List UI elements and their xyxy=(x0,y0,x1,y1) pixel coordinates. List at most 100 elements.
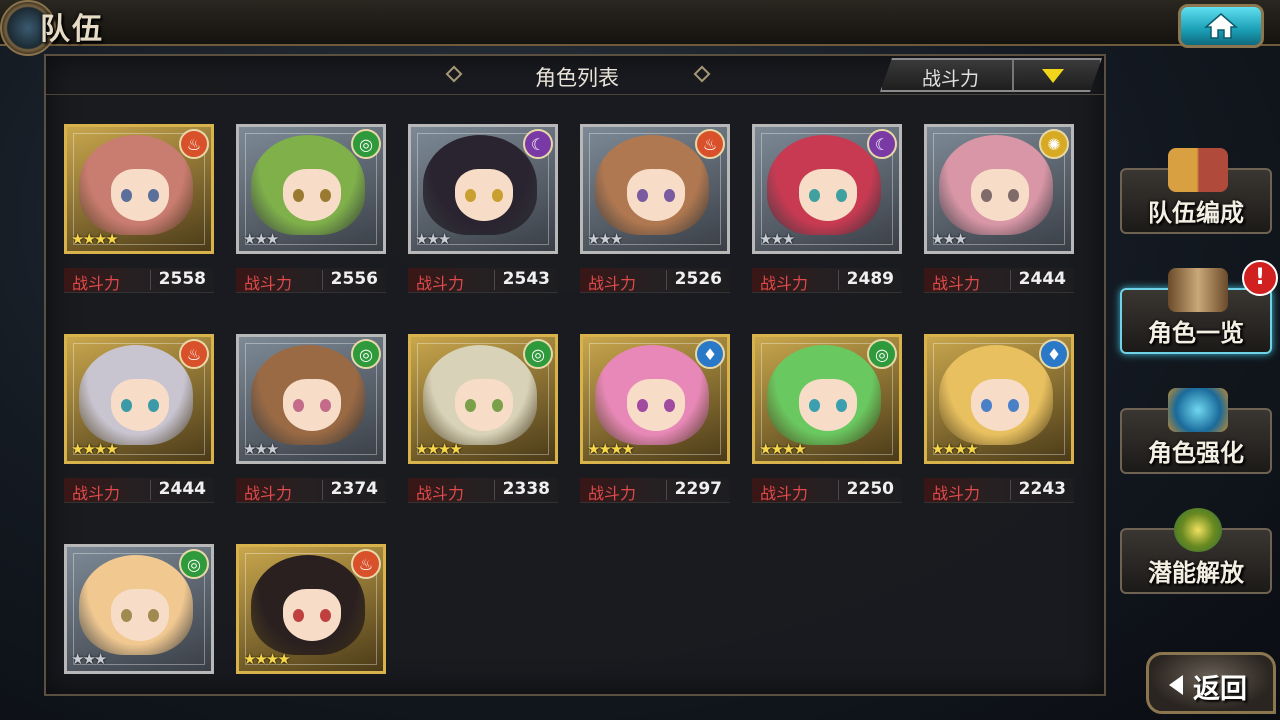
power-label: 战斗力 xyxy=(416,484,465,503)
power-divider xyxy=(838,270,839,290)
power-bar: 战斗力 2526 xyxy=(580,268,730,293)
character-card[interactable]: ♨ ★★★ 战斗力 2526 xyxy=(580,124,732,298)
character-card[interactable]: ◎ ★★★ 战斗力 2374 xyxy=(236,334,388,508)
top-bar xyxy=(0,0,1280,46)
wind-element-icon: ◎ xyxy=(351,339,381,369)
fire-element-icon: ♨ xyxy=(179,339,209,369)
wind-element-icon: ◎ xyxy=(179,549,209,579)
power-value: 2297 xyxy=(674,479,722,499)
character-portrait: ♨ ★★★★ xyxy=(236,544,386,674)
power-bar: 战斗力 2374 xyxy=(236,478,386,503)
rarity-stars: ★★★ xyxy=(931,230,967,248)
character-card[interactable]: ☾ ★★★ 战斗力 2543 xyxy=(408,124,560,298)
rarity-stars: ★★★★ xyxy=(71,440,119,458)
team-edit-label: 队伍编成 xyxy=(1148,199,1244,227)
rarity-stars: ★★★ xyxy=(243,230,279,248)
rarity-stars: ★★★★ xyxy=(71,230,119,248)
power-value: 2250 xyxy=(846,479,894,499)
character-card[interactable]: ♨ ★★★★ 战斗力 2444 xyxy=(64,334,216,508)
orb-icon xyxy=(1174,508,1222,552)
power-divider xyxy=(666,480,667,500)
power-label: 战斗力 xyxy=(588,274,637,293)
panel-header: 角色列表 战斗力 xyxy=(46,56,1104,95)
power-label: 战斗力 xyxy=(760,484,809,503)
back-button[interactable]: 返回 xyxy=(1146,652,1276,714)
character-card[interactable]: ☾ ★★★ 战斗力 2489 xyxy=(752,124,904,298)
rarity-stars: ★★★ xyxy=(587,230,623,248)
character-enhance-button[interactable]: 角色强化 xyxy=(1120,388,1272,474)
power-divider xyxy=(666,270,667,290)
power-label: 战斗力 xyxy=(932,274,981,293)
power-label: 战斗力 xyxy=(588,484,637,503)
character-portrait: ♦ ★★★★ xyxy=(924,334,1074,464)
character-card[interactable]: ♨ ★★★★ 战斗力 2558 xyxy=(64,124,216,298)
character-card[interactable]: ◎ ★★★★ 战斗力 2250 xyxy=(752,334,904,508)
character-portrait: ♨ ★★★★ xyxy=(64,124,214,254)
character-portrait: ☾ ★★★ xyxy=(752,124,902,254)
rarity-stars: ★★★ xyxy=(415,230,451,248)
power-label: 战斗力 xyxy=(72,484,121,503)
power-label: 战斗力 xyxy=(932,484,981,503)
enhance-crystal-icon xyxy=(1168,388,1228,432)
rarity-stars: ★★★ xyxy=(243,440,279,458)
character-portrait: ✺ ★★★ xyxy=(924,124,1074,254)
home-button[interactable] xyxy=(1178,4,1264,48)
rarity-stars: ★★★ xyxy=(71,650,107,668)
character-card[interactable]: ♦ ★★★★ 战斗力 2297 xyxy=(580,334,732,508)
character-card[interactable]: ♨ ★★★★ xyxy=(236,544,388,718)
power-label: 战斗力 xyxy=(760,274,809,293)
power-bar: 战斗力 2338 xyxy=(408,478,558,503)
fire-element-icon: ♨ xyxy=(695,129,725,159)
character-card[interactable]: ◎ ★★★ 战斗力 2556 xyxy=(236,124,388,298)
sort-dropdown[interactable]: 战斗力 xyxy=(880,58,1102,92)
character-portrait: ♦ ★★★★ xyxy=(580,334,730,464)
dark-element-icon: ☾ xyxy=(523,129,553,159)
character-card[interactable]: ♦ ★★★★ 战斗力 2243 xyxy=(924,334,1076,508)
power-value: 2374 xyxy=(330,479,378,499)
wind-element-icon: ◎ xyxy=(351,129,381,159)
power-value: 2444 xyxy=(158,479,206,499)
chevron-down-icon xyxy=(1042,69,1064,83)
rarity-stars: ★★★★ xyxy=(587,440,635,458)
character-list-panel: 角色列表 战斗力 ♨ ★★★★ 战斗力 2558 ◎ ★★★ 战斗力 2556 ☾ ★★★ 战斗力 2… xyxy=(44,54,1106,696)
fire-element-icon: ♨ xyxy=(351,549,381,579)
character-portrait: ♨ ★★★★ xyxy=(64,334,214,464)
power-divider xyxy=(150,480,151,500)
fire-element-icon: ♨ xyxy=(179,129,209,159)
power-divider xyxy=(494,270,495,290)
book-icon xyxy=(1168,268,1228,312)
potential-unlock-label: 潜能解放 xyxy=(1148,559,1244,587)
power-value: 2489 xyxy=(846,269,894,289)
back-arrow-icon xyxy=(1169,675,1183,695)
power-bar: 战斗力 2444 xyxy=(924,268,1074,293)
power-divider xyxy=(494,480,495,500)
power-value: 2556 xyxy=(330,269,378,289)
character-card[interactable]: ◎ ★★★ xyxy=(64,544,216,718)
power-divider xyxy=(150,270,151,290)
rarity-stars: ★★★★ xyxy=(931,440,979,458)
water-element-icon: ♦ xyxy=(695,339,725,369)
team-portrait-icon xyxy=(1168,148,1228,192)
home-icon xyxy=(1204,13,1238,39)
power-divider xyxy=(1010,270,1011,290)
character-portrait: ♨ ★★★ xyxy=(580,124,730,254)
dark-element-icon: ☾ xyxy=(867,129,897,159)
back-label: 返回 xyxy=(1193,674,1247,705)
character-portrait: ◎ ★★★ xyxy=(236,124,386,254)
character-card[interactable]: ✺ ★★★ 战斗力 2444 xyxy=(924,124,1076,298)
team-edit-button[interactable]: 队伍编成 xyxy=(1120,148,1272,234)
power-label: 战斗力 xyxy=(244,274,293,293)
light-element-icon: ✺ xyxy=(1039,129,1069,159)
character-portrait: ◎ ★★★ xyxy=(236,334,386,464)
wind-element-icon: ◎ xyxy=(523,339,553,369)
character-list-button[interactable]: 角色一览 xyxy=(1120,268,1272,354)
power-bar: 战斗力 2250 xyxy=(752,478,902,503)
potential-unlock-button[interactable]: 潜能解放 xyxy=(1120,508,1272,594)
power-bar: 战斗力 2489 xyxy=(752,268,902,293)
character-card[interactable]: ◎ ★★★★ 战斗力 2338 xyxy=(408,334,560,508)
sort-label: 战斗力 xyxy=(922,68,980,90)
rarity-stars: ★★★★ xyxy=(243,650,291,668)
character-list-label: 角色一览 xyxy=(1148,319,1244,347)
power-bar: 战斗力 2444 xyxy=(64,478,214,503)
power-bar: 战斗力 2558 xyxy=(64,268,214,293)
